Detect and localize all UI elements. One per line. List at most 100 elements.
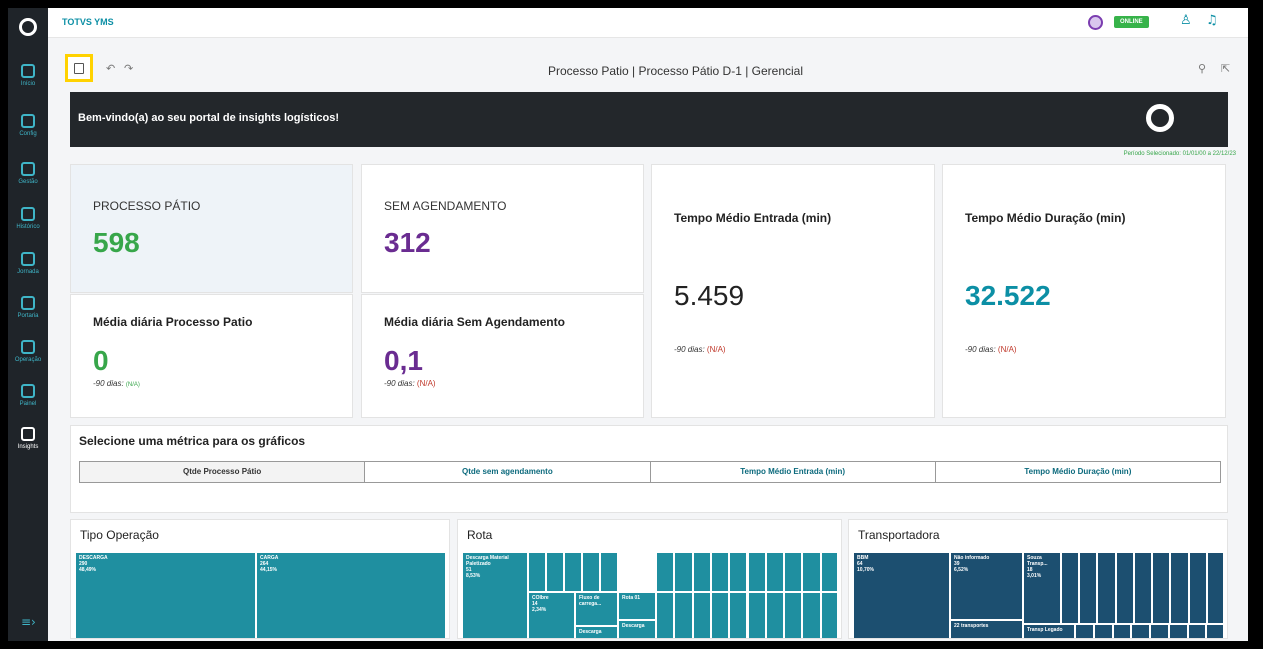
treemap-cell-colbre[interactable]: COlbre 14 2,34% <box>528 592 575 638</box>
treemap-cell-descarga-2[interactable]: Descarga <box>618 620 656 638</box>
treemap-rota-tile[interactable] <box>692 592 711 638</box>
card-title: PROCESSO PÁTIO <box>93 199 201 213</box>
sidebar-item-insights[interactable]: Insights <box>8 421 48 465</box>
treemap-rota-tile[interactable] <box>710 592 730 638</box>
treemap-transportadora-tile[interactable] <box>1206 552 1223 624</box>
card-tempo-entrada[interactable]: Tempo Médio Entrada (min) 5.459 -90 dias… <box>651 164 935 418</box>
tab-qtde-processo-patio[interactable]: Qtde Processo Pátio <box>80 462 365 482</box>
treemap-rota-tile[interactable] <box>656 552 675 592</box>
undo-icon[interactable]: ↶ <box>106 62 115 75</box>
treemap-transportadora-tile[interactable] <box>1075 624 1094 638</box>
treemap-rota-tile[interactable] <box>784 552 803 592</box>
tab-qtde-sem-agendamento[interactable]: Qtde sem agendamento <box>364 462 649 482</box>
treemap-cell-bbm[interactable]: BBM 64 10,70% <box>853 552 950 638</box>
treemap-rota-tile[interactable] <box>528 552 546 592</box>
panel-title: Transportadora <box>858 528 940 542</box>
treemap-rota-tile[interactable] <box>820 592 837 638</box>
calendar-icon <box>21 207 35 221</box>
card-tempo-duracao[interactable]: Tempo Médio Duração (min) 32.522 -90 dia… <box>942 164 1226 418</box>
treemap-cell-descarga-3[interactable]: Descarga <box>575 626 618 638</box>
sub-label: -90 dias: <box>674 345 705 354</box>
treemap-cell-carga[interactable]: CARGA 264 44,15% <box>256 552 445 638</box>
card-processo-patio[interactable]: PROCESSO PÁTIO 598 <box>70 164 353 293</box>
tab-tempo-medio-entrada[interactable]: Tempo Médio Entrada (min) <box>649 462 935 482</box>
treemap-cell-descarga-material[interactable]: Descarga Material Paletizado 51 8,53% <box>462 552 528 638</box>
treemap-rota-tile[interactable] <box>765 592 785 638</box>
treemap-rota-tile[interactable] <box>747 552 766 592</box>
redo-icon[interactable]: ↷ <box>124 62 133 75</box>
sidebar-item-jornada[interactable]: Jornada <box>8 246 48 290</box>
treemap-cell-transp-legado[interactable]: Transp Legado <box>1023 624 1075 638</box>
sidebar-item-portaria[interactable]: Portaria <box>8 290 48 334</box>
card-value: 598 <box>93 227 140 258</box>
treemap-rota-tile[interactable] <box>546 552 564 592</box>
sidebar-item-painel[interactable]: Painel <box>8 378 48 422</box>
toggle-panel-button[interactable] <box>65 54 93 82</box>
filter-icon[interactable]: ⚲ <box>1198 62 1206 75</box>
treemap-rota-tile[interactable] <box>784 592 803 638</box>
sidebar-item-operacao[interactable]: Operação <box>8 334 48 378</box>
treemap-cell-descarga[interactable]: DESCARGA 290 48,49% <box>75 552 256 638</box>
treemap-rota-tile[interactable] <box>582 552 600 592</box>
card-value: 0,1 <box>384 345 423 376</box>
treemap-transportadora-tile[interactable] <box>1093 624 1113 638</box>
treemap-rota-tile[interactable] <box>729 552 748 592</box>
treemap-rota-tile[interactable] <box>692 552 711 592</box>
treemap-transportadora-tile[interactable] <box>1131 624 1150 638</box>
treemap-rota-tile[interactable] <box>564 552 582 592</box>
treemap-rota-tile[interactable] <box>820 552 837 592</box>
expand-icon[interactable]: ≡› <box>21 615 36 629</box>
treemap-transportadora-tile[interactable] <box>1115 552 1134 624</box>
treemap-cell-souza[interactable]: Souza Transp... 18 3,01% <box>1023 552 1061 624</box>
treemap-transportadora-tile[interactable] <box>1187 624 1207 638</box>
treemap-rota-tile[interactable] <box>802 552 821 592</box>
treemap-transportadora-tile[interactable] <box>1152 552 1171 624</box>
insights-icon <box>21 427 35 441</box>
card-media-sem-agendamento[interactable]: Média diária Sem Agendamento 0,1 -90 dia… <box>361 294 644 418</box>
cell-name: Descarga <box>579 629 602 635</box>
treemap-rota-tile[interactable] <box>674 552 693 592</box>
sidebar-item-historico[interactable]: Histórico <box>8 201 48 245</box>
panel-rota: Rota Descarga Material Paletizado 51 8,5… <box>457 519 842 639</box>
treemap-rota-tile[interactable] <box>765 552 785 592</box>
treemap-rota-tile[interactable] <box>729 592 748 638</box>
share-icon[interactable]: ⇱ <box>1221 62 1230 75</box>
treemap-cell-rota01[interactable]: Rota 01 <box>618 592 656 620</box>
user-icon[interactable]: ♙ <box>1180 13 1192 28</box>
treemap-rota-tile[interactable] <box>747 592 766 638</box>
welcome-banner: Bem-vindo(a) ao seu portal de insights l… <box>70 92 1228 147</box>
treemap-rota-tile[interactable] <box>600 552 618 592</box>
card-sem-agendamento[interactable]: SEM AGENDAMENTO 312 <box>361 164 644 293</box>
treemap-transportadora-tile[interactable] <box>1061 552 1080 624</box>
treemap-transportadora-tile[interactable] <box>1150 624 1169 638</box>
card-value: 0 <box>93 345 109 376</box>
treemap-cell-nao-informado[interactable]: Não informado 39 6,52% <box>950 552 1023 620</box>
card-title: SEM AGENDAMENTO <box>384 199 507 213</box>
bell-icon[interactable]: ♫ <box>1206 13 1218 28</box>
sidebar-item-gestao[interactable]: Gestão <box>8 156 48 200</box>
treemap-rota-tile[interactable] <box>710 552 730 592</box>
treemap-cell-fluxo[interactable]: Fluxo de carrega... <box>575 592 618 626</box>
card-value: 32.522 <box>965 280 1051 311</box>
treemap-rota-tile[interactable] <box>674 592 693 638</box>
treemap-transportadora-tile[interactable] <box>1206 624 1223 638</box>
treemap-transportadora-tile[interactable] <box>1112 624 1132 638</box>
card-media-patio[interactable]: Média diária Processo Patio 0 -90 dias: … <box>70 294 353 418</box>
cell-name: Fluxo de carrega... <box>579 595 602 607</box>
treemap-rota-tile[interactable] <box>802 592 821 638</box>
treemap-transportadora-tile[interactable] <box>1188 552 1207 624</box>
treemap-transportadora-tile[interactable] <box>1170 552 1189 624</box>
tab-tempo-medio-duracao[interactable]: Tempo Médio Duração (min) <box>934 462 1220 482</box>
treemap-transportadora-tile[interactable] <box>1133 552 1153 624</box>
treemap-transportadora-tile[interactable] <box>1168 624 1188 638</box>
metric-title: Selecione uma métrica para os gráficos <box>79 434 306 448</box>
treemap-transportadora-tile[interactable] <box>1097 552 1116 624</box>
treemap-transportadora-tile[interactable] <box>1079 552 1098 624</box>
treemap-rota-tile[interactable] <box>656 592 675 638</box>
sidebar-item-inicio[interactable]: Início <box>8 58 48 102</box>
status-icon[interactable] <box>1088 15 1103 30</box>
sidebar-item-config[interactable]: Config <box>8 108 48 152</box>
app-logo-icon[interactable] <box>19 18 37 36</box>
treemap-cell-22-transportes[interactable]: 22 transportes <box>950 620 1023 638</box>
sidebar-item-label: Painel <box>19 401 37 407</box>
